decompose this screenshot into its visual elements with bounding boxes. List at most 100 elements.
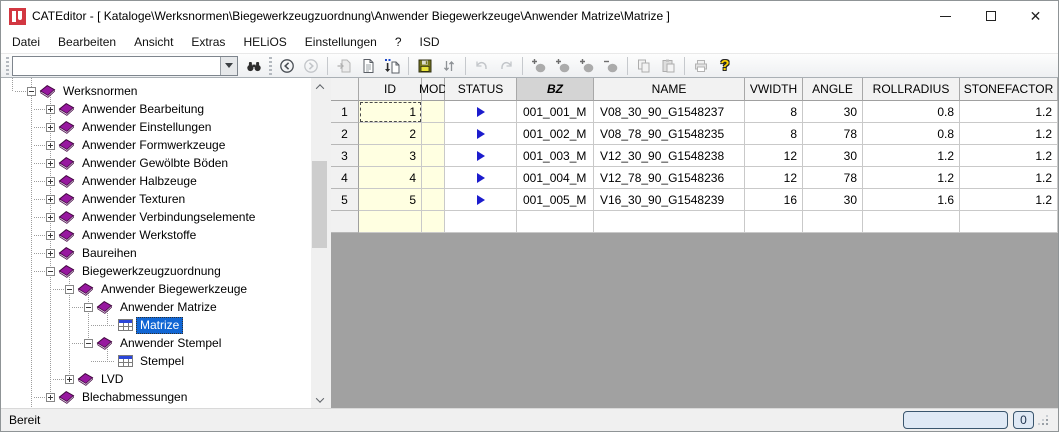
cell-name[interactable]: V12_30_90_G1548238: [594, 145, 745, 167]
plus-box-icon[interactable]: [46, 123, 55, 132]
cell-status[interactable]: [445, 101, 517, 123]
redo-button[interactable]: [494, 55, 518, 77]
scrollbar-thumb[interactable]: [312, 161, 327, 248]
cell-angle[interactable]: 78: [803, 167, 863, 189]
cell-id[interactable]: 2: [359, 123, 422, 145]
cell-stonefactor[interactable]: 1.2: [960, 123, 1058, 145]
minus-box-icon[interactable]: [27, 87, 36, 96]
menu-isd[interactable]: ISD: [411, 32, 449, 52]
cell-rollradius[interactable]: [863, 211, 960, 233]
cell-mod[interactable]: [422, 167, 445, 189]
tree-item-label[interactable]: Stempel: [136, 353, 188, 370]
minus-box-icon[interactable]: [84, 339, 93, 348]
tree-item-blechabmessungen[interactable]: Blechabmessungen: [1, 388, 311, 406]
cell-rollradius[interactable]: 1.2: [863, 145, 960, 167]
cell-stonefactor[interactable]: 1.2: [960, 167, 1058, 189]
cell-name[interactable]: V08_78_90_G1548235: [594, 123, 745, 145]
cell-angle[interactable]: 30: [803, 101, 863, 123]
tree-item-label[interactable]: Anwender Matrize: [116, 299, 221, 316]
resize-grip[interactable]: [1039, 416, 1048, 425]
cell-id[interactable]: 1: [359, 101, 422, 123]
find-button[interactable]: [242, 55, 266, 77]
cell-id[interactable]: [359, 211, 422, 233]
cell-vwidth[interactable]: [745, 211, 803, 233]
copy-button[interactable]: [632, 55, 656, 77]
toolbar-grip[interactable]: [269, 57, 272, 75]
tree-item-label[interactable]: Anwender Stempel: [116, 335, 225, 352]
col-header-mod[interactable]: MOD: [422, 78, 445, 101]
menu-ansicht[interactable]: Ansicht: [125, 32, 182, 52]
col-header-id[interactable]: ID: [359, 78, 422, 101]
save-button[interactable]: [413, 55, 437, 77]
tree-item-baureihen[interactable]: Baureihen: [1, 244, 311, 262]
cell-bz[interactable]: 001_003_M: [517, 145, 594, 167]
col-header-bz[interactable]: BZ: [517, 78, 594, 101]
maximize-button[interactable]: [968, 1, 1013, 31]
tree-item-label[interactable]: LVD: [97, 371, 127, 388]
col-header-rollradius[interactable]: ROLLRADIUS: [863, 78, 960, 101]
tree-item-label[interactable]: Anwender Halbzeuge: [78, 173, 201, 190]
cell-stonefactor[interactable]: 1.2: [960, 145, 1058, 167]
cell-status[interactable]: [445, 211, 517, 233]
cell-status[interactable]: [445, 123, 517, 145]
tree-item-label[interactable]: Anwender Formwerkzeuge: [78, 137, 229, 154]
cell-status[interactable]: [445, 145, 517, 167]
menu-einstellungen[interactable]: Einstellungen: [296, 32, 386, 52]
sort-button[interactable]: [437, 55, 461, 77]
cell-vwidth[interactable]: 8: [745, 101, 803, 123]
col-header-angle[interactable]: ANGLE: [803, 78, 863, 101]
cell-vwidth[interactable]: 16: [745, 189, 803, 211]
combobox-dropdown-button[interactable]: [220, 57, 237, 75]
cell-rollradius[interactable]: 0.8: [863, 101, 960, 123]
help-button[interactable]: ?: [713, 55, 737, 77]
print-button[interactable]: [689, 55, 713, 77]
cell-rollradius[interactable]: 1.6: [863, 189, 960, 211]
plus-box-icon[interactable]: [46, 141, 55, 150]
tree-item-anwender-verbindungselemente[interactable]: Anwender Verbindungselemente: [1, 208, 311, 226]
new-document-button[interactable]: [356, 55, 380, 77]
minus-box-icon[interactable]: [65, 285, 74, 294]
tree-item-werksnormen[interactable]: Werksnormen: [1, 82, 311, 100]
tree-item-label[interactable]: Anwender Werkstoffe: [78, 227, 200, 244]
tree-item-label[interactable]: Anwender Biegewerkzeuge: [97, 281, 251, 298]
cell-stonefactor[interactable]: 1.2: [960, 189, 1058, 211]
cell-mod[interactable]: [422, 101, 445, 123]
cell-id[interactable]: 4: [359, 167, 422, 189]
cell-name[interactable]: V16_30_90_G1548239: [594, 189, 745, 211]
cell-mod[interactable]: [422, 123, 445, 145]
tree-item-label[interactable]: Biegewerkzeugzuordnung: [78, 263, 225, 280]
add-record-a-button[interactable]: [527, 55, 551, 77]
col-header-stonefactor[interactable]: STONEFACTOR: [960, 78, 1058, 101]
nav-forward-button[interactable]: [299, 55, 323, 77]
plus-box-icon[interactable]: [46, 393, 55, 402]
tree-item-anwender-einstellungen[interactable]: Anwender Einstellungen: [1, 118, 311, 136]
menu-extras[interactable]: Extras: [182, 32, 234, 52]
tree-item-label[interactable]: Anwender Einstellungen: [78, 119, 215, 136]
row-number-cell[interactable]: [331, 211, 359, 233]
plus-box-icon[interactable]: [46, 195, 55, 204]
cell-bz[interactable]: 001_001_M: [517, 101, 594, 123]
tree-item-anwender-texturen[interactable]: Anwender Texturen: [1, 190, 311, 208]
row-number-cell[interactable]: 2: [331, 123, 359, 145]
plus-box-icon[interactable]: [46, 231, 55, 240]
catalog-search-combobox[interactable]: [12, 56, 238, 76]
cell-stonefactor[interactable]: [960, 211, 1058, 233]
plus-box-icon[interactable]: [46, 249, 55, 258]
row-number-cell[interactable]: 3: [331, 145, 359, 167]
cell-angle[interactable]: 30: [803, 145, 863, 167]
cell-bz[interactable]: [517, 211, 594, 233]
cell-status[interactable]: [445, 167, 517, 189]
scroll-up-button[interactable]: [311, 78, 328, 95]
cell-id[interactable]: 5: [359, 189, 422, 211]
cell-vwidth[interactable]: 12: [745, 145, 803, 167]
delete-record-button[interactable]: [599, 55, 623, 77]
cell-mod[interactable]: [422, 189, 445, 211]
plus-box-icon[interactable]: [46, 213, 55, 222]
tree-item-anwender-halbzeuge[interactable]: Anwender Halbzeuge: [1, 172, 311, 190]
cell-bz[interactable]: 001_005_M: [517, 189, 594, 211]
cell-name[interactable]: V08_30_90_G1548237: [594, 101, 745, 123]
plus-box-icon[interactable]: [46, 177, 55, 186]
cell-vwidth[interactable]: 12: [745, 167, 803, 189]
cell-rollradius[interactable]: 0.8: [863, 123, 960, 145]
cell-stonefactor[interactable]: 1.2: [960, 101, 1058, 123]
